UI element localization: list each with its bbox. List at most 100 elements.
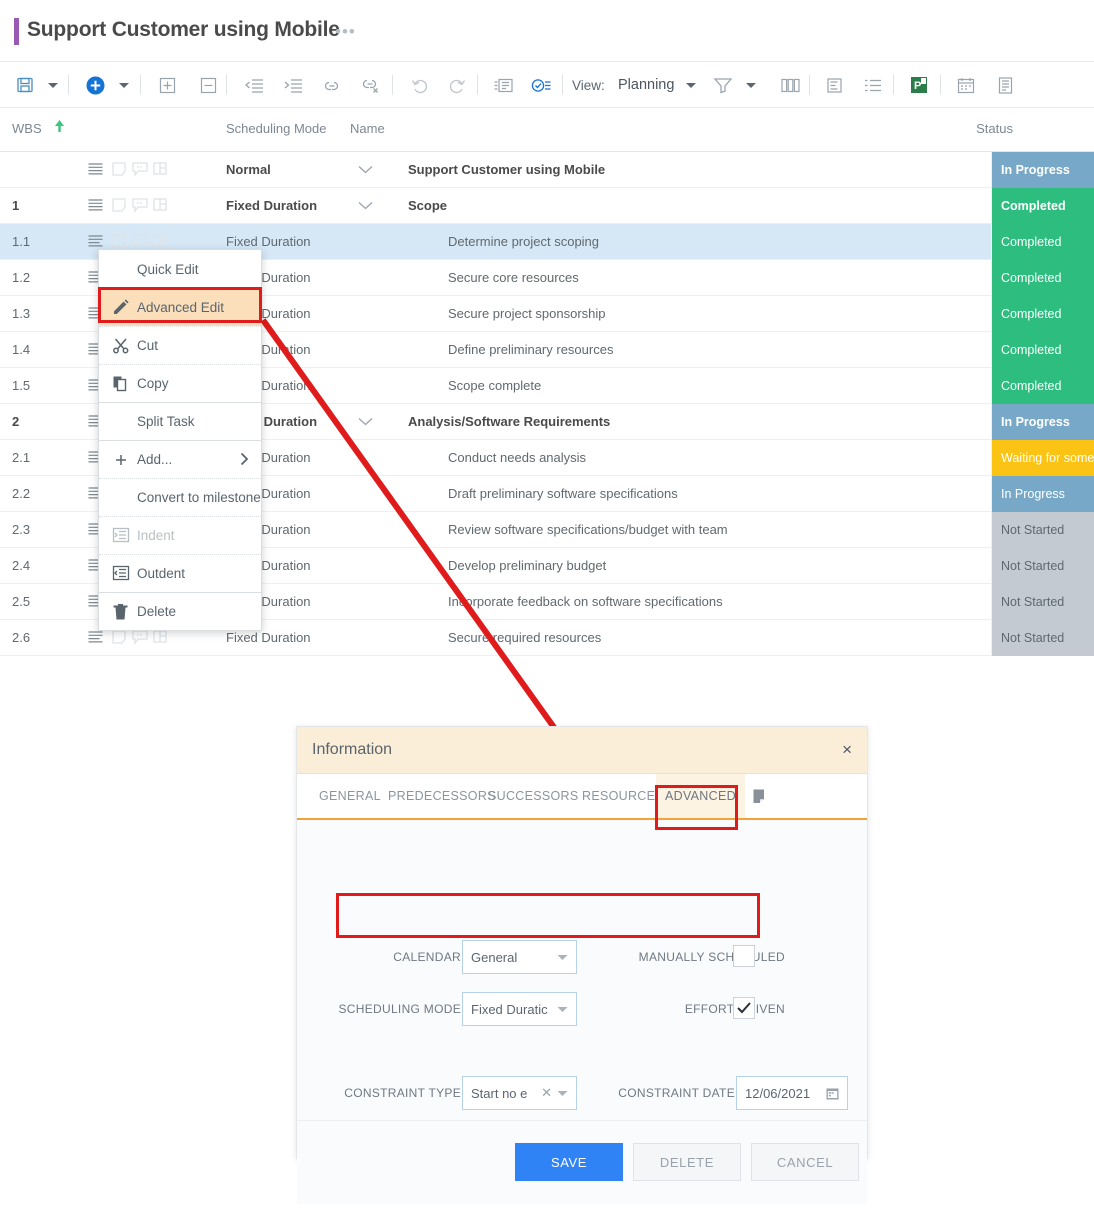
row-indicator-icons[interactable] (112, 198, 168, 212)
link-tasks-icon[interactable] (318, 62, 344, 108)
table-row[interactable]: Normal Support Customer using Mobile In Pr… (0, 152, 1094, 188)
columns-icon[interactable] (777, 62, 803, 108)
row-task-name[interactable]: Scope (408, 198, 447, 213)
tab-general[interactable]: GENERAL (310, 774, 390, 818)
export-msproject-icon[interactable]: P (906, 62, 932, 108)
constraint-type-select[interactable]: Start no e ✕ (462, 1076, 577, 1110)
undo-icon[interactable] (406, 62, 432, 108)
status-badge[interactable]: In Progress (992, 476, 1094, 512)
menu-item-convert-to-milestone[interactable]: Convert to milestone (99, 478, 261, 516)
attachment-indicator-icon[interactable] (153, 162, 168, 176)
status-badge[interactable]: Completed (992, 296, 1094, 332)
row-task-name[interactable]: Analysis/Software Requirements (408, 414, 610, 429)
menu-item-delete[interactable]: Delete (99, 592, 261, 630)
view-select-value[interactable]: Planning (618, 62, 674, 108)
view-dropdown-caret[interactable] (678, 62, 704, 108)
chevron-down-icon[interactable] (358, 417, 373, 426)
status-badge[interactable]: Completed (992, 260, 1094, 296)
constraint-date-input[interactable]: 12/06/2021 (736, 1076, 848, 1110)
filter-icon[interactable] (710, 62, 736, 108)
report-icon[interactable] (992, 62, 1018, 108)
column-header-scheduling-mode[interactable]: Scheduling Mode (226, 121, 326, 136)
attachment-indicator-icon[interactable] (153, 234, 168, 248)
row-task-name[interactable]: Scope complete (448, 378, 541, 393)
row-indicator-icons[interactable] (112, 234, 168, 248)
row-task-name[interactable]: Secure project sponsorship (448, 306, 606, 321)
row-scheduling-mode[interactable]: Normal (226, 162, 271, 177)
row-task-name[interactable]: Define preliminary resources (448, 342, 613, 357)
row-task-name[interactable]: Conduct needs analysis (448, 450, 586, 465)
unlink-tasks-icon[interactable] (357, 62, 383, 108)
filter-caret[interactable] (738, 62, 764, 108)
menu-item-split-task[interactable]: Split Task (99, 402, 261, 440)
title-overflow-menu-icon[interactable]: ••• (335, 27, 356, 37)
calendar-icon[interactable] (953, 62, 979, 108)
row-task-name[interactable]: Secure core resources (448, 270, 579, 285)
status-badge[interactable]: Not Started (992, 512, 1094, 548)
row-drag-handle-icon[interactable] (88, 234, 103, 248)
status-badge[interactable]: In Progress (992, 404, 1094, 440)
row-task-name[interactable]: Draft preliminary software specification… (448, 486, 678, 501)
row-scheduling-mode[interactable]: Fixed Duration (226, 234, 311, 249)
tab-advanced[interactable]: ADVANCED (656, 774, 745, 818)
column-header-name[interactable]: Name (350, 121, 385, 136)
status-badge[interactable]: In Progress (992, 152, 1094, 188)
comment-indicator-icon[interactable] (132, 198, 148, 212)
clear-icon[interactable]: ✕ (541, 1085, 552, 1101)
expand-all-icon[interactable] (154, 62, 180, 108)
row-scheduling-mode[interactable]: Fixed Duration (226, 630, 311, 645)
row-task-name[interactable]: Incorporate feedback on software specifi… (448, 594, 723, 609)
sort-ascending-icon[interactable] (54, 119, 65, 133)
note-indicator-icon[interactable] (112, 234, 127, 248)
row-drag-handle-icon[interactable] (88, 162, 103, 176)
comment-indicator-icon[interactable] (132, 234, 148, 248)
cancel-button[interactable]: CANCEL (751, 1143, 859, 1181)
collapse-all-icon[interactable] (195, 62, 221, 108)
add-task-icon[interactable] (82, 62, 108, 108)
attachment-indicator-icon[interactable] (153, 198, 168, 212)
row-task-name[interactable]: Review software specifications/budget wi… (448, 522, 728, 537)
save-icon[interactable] (12, 62, 38, 108)
row-scheduling-mode[interactable]: Fixed Duration (226, 198, 317, 213)
manually-scheduled-checkbox[interactable] (733, 945, 755, 967)
status-badge[interactable]: Completed (992, 188, 1094, 224)
menu-item-cut[interactable]: Cut (99, 326, 261, 364)
status-badge[interactable]: Not Started (992, 548, 1094, 584)
tab-successors[interactable]: SUCCESSORS (479, 774, 588, 818)
status-badge[interactable]: Waiting for someone (992, 440, 1094, 476)
note-indicator-icon[interactable] (112, 162, 127, 176)
chevron-down-icon[interactable] (358, 201, 373, 210)
add-dropdown-caret[interactable] (111, 62, 137, 108)
baseline-icon[interactable] (528, 62, 554, 108)
outline-icon[interactable] (860, 62, 886, 108)
task-details-icon[interactable] (490, 62, 516, 108)
row-task-name[interactable]: Develop preliminary budget (448, 558, 606, 573)
row-task-name[interactable]: Determine project scoping (448, 234, 599, 249)
row-drag-handle-icon[interactable] (88, 630, 103, 644)
comment-indicator-icon[interactable] (132, 630, 148, 644)
note-indicator-icon[interactable] (112, 198, 127, 212)
menu-item-quick-edit[interactable]: Quick Edit (99, 250, 261, 288)
close-icon[interactable]: × (842, 740, 852, 760)
status-badge[interactable]: Completed (992, 332, 1094, 368)
row-task-name[interactable]: Secure required resources (448, 630, 601, 645)
redo-icon[interactable] (444, 62, 470, 108)
delete-button[interactable]: DELETE (633, 1143, 741, 1181)
attachment-indicator-icon[interactable] (153, 630, 168, 644)
menu-item-advanced-edit[interactable]: Advanced Edit (99, 288, 261, 326)
scheduling-mode-select[interactable]: Fixed Duratic (462, 992, 577, 1026)
note-indicator-icon[interactable] (112, 630, 127, 644)
row-task-name[interactable]: Support Customer using Mobile (408, 162, 605, 177)
chevron-down-icon[interactable] (358, 165, 373, 174)
save-button[interactable]: SAVE (515, 1143, 623, 1181)
menu-item-copy[interactable]: Copy (99, 364, 261, 402)
save-dropdown-caret[interactable] (40, 62, 66, 108)
align-icon[interactable] (822, 62, 848, 108)
indent-icon[interactable] (280, 62, 306, 108)
row-indicator-icons[interactable] (112, 162, 168, 176)
table-row[interactable]: 1Fixed DurationScopeCompleted (0, 188, 1094, 224)
outdent-icon[interactable] (241, 62, 267, 108)
column-header-status[interactable]: Status (976, 121, 1013, 136)
column-header-wbs[interactable]: WBS (12, 121, 42, 136)
status-badge[interactable]: Completed (992, 368, 1094, 404)
